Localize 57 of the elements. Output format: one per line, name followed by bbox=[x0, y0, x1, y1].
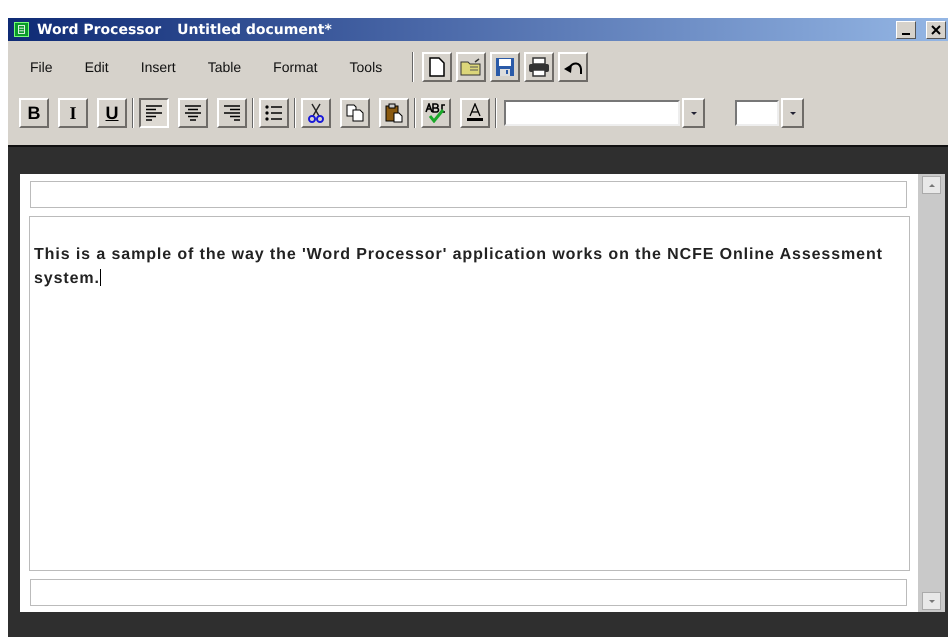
clipboard-icon bbox=[385, 103, 403, 123]
align-center-icon bbox=[184, 105, 202, 121]
header-field[interactable] bbox=[30, 181, 907, 208]
print-button[interactable] bbox=[524, 52, 554, 82]
menu-item[interactable]: Insert bbox=[140, 59, 176, 75]
align-left-icon bbox=[145, 105, 163, 121]
caret-down-icon bbox=[788, 110, 796, 116]
underline-button[interactable]: U bbox=[97, 98, 127, 128]
caret-down-icon bbox=[690, 110, 698, 116]
footer-field[interactable] bbox=[30, 579, 907, 606]
scroll-down-button[interactable] bbox=[922, 592, 941, 610]
close-icon bbox=[931, 24, 941, 34]
cut-button[interactable] bbox=[301, 98, 331, 128]
minimize-icon bbox=[902, 32, 910, 34]
font-size-field[interactable] bbox=[735, 100, 779, 126]
align-center-button[interactable] bbox=[178, 98, 208, 128]
save-button[interactable] bbox=[490, 52, 520, 82]
caret-down-icon bbox=[928, 598, 936, 604]
new-document-icon bbox=[429, 57, 446, 77]
menu-item[interactable]: Tools bbox=[350, 59, 382, 75]
close-button[interactable] bbox=[926, 20, 946, 38]
open-button[interactable] bbox=[456, 52, 486, 82]
new-button[interactable] bbox=[422, 52, 452, 82]
bulleted-list-icon bbox=[265, 105, 283, 121]
window-title: Word Processor bbox=[37, 22, 162, 38]
font-color-icon bbox=[466, 103, 484, 123]
folder-icon bbox=[460, 58, 482, 76]
menu-item[interactable]: Table bbox=[208, 59, 242, 75]
spell-button[interactable] bbox=[421, 98, 451, 128]
align-left-button[interactable] bbox=[139, 98, 169, 128]
bullets-button[interactable] bbox=[259, 98, 289, 128]
paste-button[interactable] bbox=[379, 98, 409, 128]
bold-button[interactable]: B bbox=[19, 98, 49, 128]
minimize-button[interactable] bbox=[896, 20, 916, 38]
undo-button[interactable] bbox=[558, 52, 588, 82]
align-right-icon bbox=[223, 105, 241, 121]
document-name: Untitled document* bbox=[177, 22, 332, 38]
document-body[interactable]: This is a sample of the way the 'Word Processor' application works on the NCFE Online Assessment system. bbox=[29, 216, 910, 571]
align-right-button[interactable] bbox=[217, 98, 247, 128]
menu-item[interactable]: Edit bbox=[84, 59, 109, 75]
font-name-field[interactable] bbox=[504, 100, 680, 126]
spell-check-icon bbox=[425, 103, 447, 123]
scroll-up-button[interactable] bbox=[922, 176, 941, 194]
menu-item[interactable]: Format bbox=[273, 59, 318, 75]
menu-item[interactable]: File bbox=[30, 59, 53, 75]
dropdown-button[interactable] bbox=[682, 98, 705, 128]
scroll-bar[interactable] bbox=[918, 174, 945, 612]
copy-button[interactable] bbox=[340, 98, 370, 128]
scissors-icon bbox=[308, 103, 324, 123]
dropdown-button[interactable] bbox=[781, 98, 804, 128]
italic-button[interactable]: I bbox=[58, 98, 88, 128]
copy-pages-icon bbox=[346, 104, 364, 122]
caret-up-icon bbox=[928, 182, 936, 188]
app-icon bbox=[14, 22, 29, 37]
font-color-button[interactable] bbox=[460, 98, 490, 128]
printer-icon bbox=[528, 57, 550, 77]
document-text: This is a sample of the way the 'Word Processor' application works on the NCFE Online Assessment system. bbox=[34, 245, 884, 289]
